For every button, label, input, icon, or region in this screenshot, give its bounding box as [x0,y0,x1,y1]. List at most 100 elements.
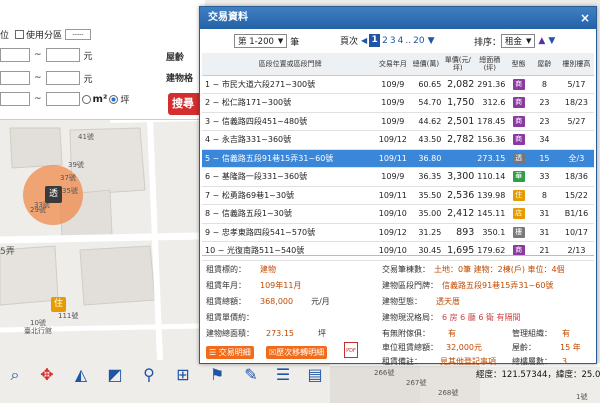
unit-ping-radio[interactable] [109,94,119,104]
detail-furnished-label: 有無附傢俱： [382,328,430,338]
cell-total: 31.25 [410,223,442,242]
cell-type: 透 [507,149,530,168]
measure-area-icon[interactable]: ◭ [70,364,92,386]
map-label-1: 1號 [576,393,588,401]
cell-address: 7 ~ 松勇路69巷1~30號 [202,186,376,205]
cell-age: 33 [529,167,559,187]
type-badge: 商 [512,97,525,109]
transaction-detail-button-label: 交易明細 [218,348,251,357]
detail-layout-label: 建物現況格局： [382,312,438,322]
layer-grid-icon[interactable]: ⊞ [172,364,194,386]
cluster-marker[interactable]: 透 [45,186,62,203]
table-row[interactable]: 8 ~ 信義路五段1~30號 109/10 35.00 2,412 145.11 店 31 B… [202,204,594,224]
detail-rental-value: 見其他登記事項 [440,356,496,366]
range-suffix: 筆 [290,37,300,48]
row-number: 9 [205,227,211,237]
unitprice-min-input[interactable] [0,71,30,85]
range-tilde: ~ [34,50,42,60]
unitprice-max-input[interactable] [45,71,80,85]
page-1[interactable]: 1 [369,34,381,47]
page-next-icon[interactable]: ▼ [428,36,435,46]
cell-type: 樓 [507,223,530,242]
draw-icon[interactable]: ✎ [240,364,262,386]
cell-age: 15 [529,149,559,168]
layers-icon[interactable]: ☰ [272,364,294,386]
transaction-table: 區段位置或區段門牌 交易年月 總價(萬) 單價(元/坪) 總面積(坪) 型態 屋… [202,53,594,261]
area-max-input[interactable] [45,92,80,106]
location-prefix: 位 [0,31,10,41]
col-yearmonth[interactable]: 交易年月 [375,53,411,76]
detail-ym-label: 租賃年月： [206,280,246,290]
pan-icon[interactable]: ✥ [36,364,58,386]
cell-type: 住 [507,186,530,205]
search-panel: 位 使用分區 ----- ~ 元 ~ 元 ~ m² 坪 屋齡 建物格 搜尋 [0,0,205,120]
table-row[interactable]: 9 ~ 忠孝東路四段541~570號 109/12 31.25 893 350.1 樓 31… [202,223,594,242]
detail-total-unit: 元/月 [311,296,330,306]
map-label-267: 267號 [406,379,427,387]
transaction-detail-button[interactable]: ☰ 交易明細 [206,346,254,359]
cell-floor: 全/3 [558,149,594,168]
zoom-icon[interactable]: ⌕ [4,364,26,386]
cell-floor: 5/27 [558,112,594,131]
transfer-history-button[interactable]: ☒歷次移轉明細 [266,346,328,359]
cell-address: 4 ~ 永吉路331~360號 [202,130,376,150]
col-age[interactable]: 屋齡 [529,53,559,76]
table-row[interactable]: 4 ~ 永吉路331~360號 109/12 43.50 2,782 156.36 商 34 [202,130,594,150]
cell-type: 商 [507,112,530,131]
detail-parking-value: 32,000元 [446,342,482,352]
col-area[interactable]: 總面積(坪) [474,53,508,76]
col-unitprice[interactable]: 單價(元/坪) [441,53,475,76]
locate-icon[interactable]: ⚲ [138,364,160,386]
pin-icon[interactable]: ⚑ [206,364,228,386]
page-2[interactable]: 2 [382,36,388,46]
area-min-input[interactable] [0,92,30,106]
page-20[interactable]: 20 [413,36,424,46]
range-select[interactable]: 第 1-200 ▼ [234,34,288,48]
col-floor[interactable]: 樓別樓高 [558,53,594,76]
detail-doorplate-label: 建物區段門牌： [382,280,438,290]
cell-area: 312.6 [474,93,508,113]
col-type[interactable]: 型態 [507,53,530,76]
row-address: 信義路四段451~480號 [221,116,308,126]
cell-area: 350.1 [474,223,508,242]
type-badge: 透 [512,152,525,164]
cell-age: 8 [529,75,559,94]
table-row[interactable]: 3 ~ 信義路四段451~480號 109/9 44.62 2,501 178.45 商 2… [202,112,594,131]
cell-yearmonth: 109/9 [375,167,411,187]
cell-area: 139.98 [474,186,508,205]
table-row[interactable]: 1 ~ 市民大道六段271~300號 109/9 60.65 2,082 291.36 商… [202,75,594,94]
table-row[interactable]: 6 ~ 基隆路一段331~360號 109/9 36.35 3,300 110.14 華 3… [202,167,594,187]
close-button[interactable]: × [580,7,590,29]
dialog-titlebar[interactable]: 交易資料 × [200,7,596,29]
sort-ascending-icon[interactable]: ▲ [538,36,545,46]
table-row[interactable]: 5 ~ 信義路五段91巷15弄31~60號 109/11 36.80 273.15 透 1… [202,149,594,168]
table-row[interactable]: 2 ~ 松仁路171~300號 109/9 54.70 1,750 312.6 商 23 18… [202,93,594,113]
zoning-select[interactable]: ----- [65,29,92,40]
page-3[interactable]: 3 [390,36,396,46]
zoning-checkbox[interactable] [15,30,25,39]
measure-distance-icon[interactable]: ◩ [104,364,126,386]
price-max-input[interactable] [45,48,80,62]
cell-total: 44.62 [410,112,442,131]
pdf-icon[interactable]: PDF [344,342,358,358]
sort-select[interactable]: 租金 ▼ [501,34,536,48]
cell-total: 36.35 [410,167,442,187]
cell-yearmonth: 109/9 [375,112,411,131]
col-total[interactable]: 總價(萬) [410,53,442,76]
page-4[interactable]: 4 [398,36,404,46]
price-min-input[interactable] [0,48,30,62]
poi-marker[interactable]: 住 [51,297,66,312]
detail-age-value: 15 年 [560,342,581,352]
print-icon[interactable]: ▤ [304,364,326,386]
unit-m2-radio[interactable] [81,94,91,104]
table-row[interactable]: 7 ~ 松勇路69巷1~30號 109/11 35.50 2,536 139.98 住 8 1… [202,186,594,205]
transaction-dialog: 交易資料 × 第 1-200 ▼ 筆 頁次 ◀ 1 2 3 4 .. 20 ▼ … [199,6,597,366]
cell-age: 34 [529,130,559,150]
page-prev-icon[interactable]: ◀ [361,36,367,45]
map-label-39: 39號 [68,161,84,169]
sort-descending-icon[interactable]: ▼ [548,36,555,46]
cell-address: 8 ~ 信義路五段1~30號 [202,204,376,224]
row-address: 基隆路一段331~360號 [221,172,308,182]
col-address[interactable]: 區段位置或區段門牌 [202,53,376,76]
cell-total: 35.00 [410,204,442,224]
